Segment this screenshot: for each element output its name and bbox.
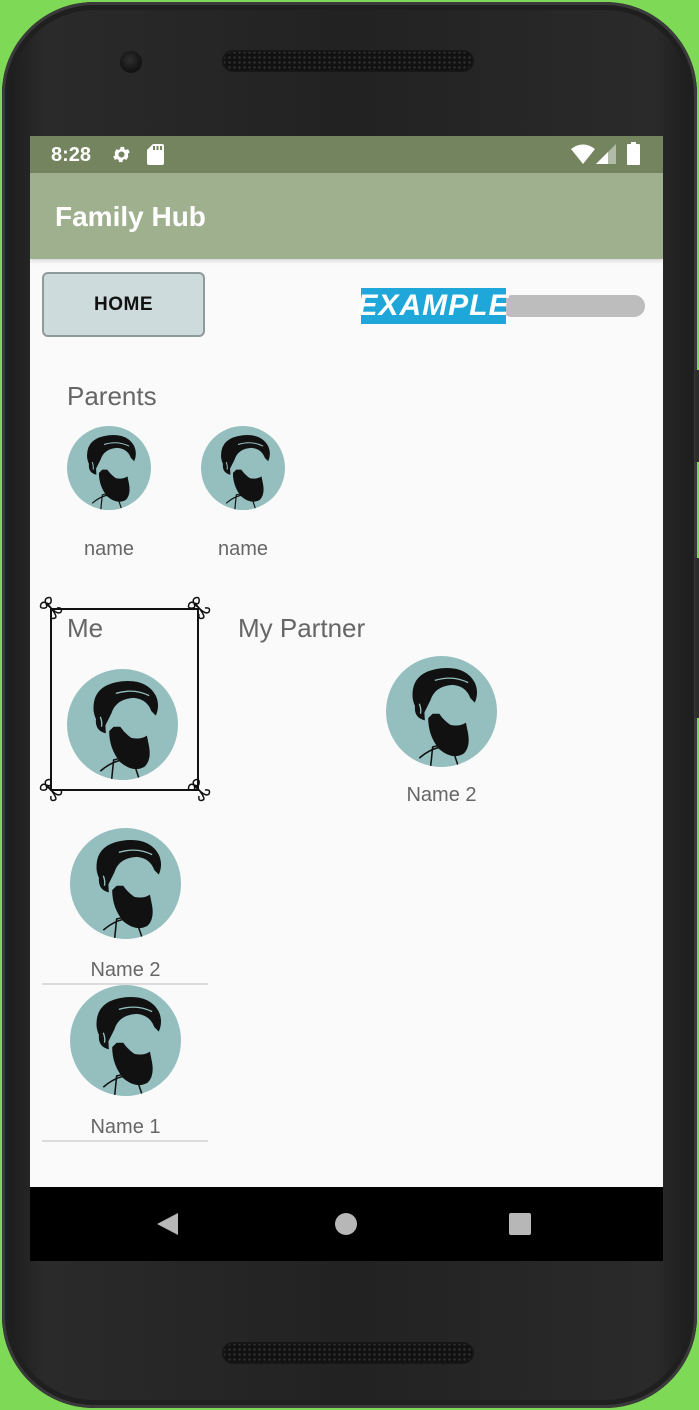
me-avatar[interactable] [67, 669, 178, 780]
bearded-man-icon [386, 656, 497, 767]
wifi-icon [571, 144, 595, 164]
battery-icon [627, 142, 640, 165]
child-name-1: Name 2 [90, 959, 161, 981]
child-avatar-1[interactable] [70, 828, 181, 939]
status-time: 8:28 [51, 144, 92, 166]
volume-button [695, 558, 699, 718]
me-section-label: Me [67, 613, 104, 643]
app-title: Family Hub [55, 201, 206, 232]
sd-card-icon [147, 144, 164, 165]
power-button [695, 370, 699, 462]
partner-avatar[interactable] [386, 656, 497, 767]
signal-icon [596, 144, 616, 164]
child-avatar-2[interactable] [70, 985, 181, 1096]
child-name-2: Name 1 [90, 1116, 161, 1138]
flourish-icon [38, 777, 64, 803]
parent-avatar-2[interactable] [201, 426, 285, 510]
list-divider [42, 1140, 208, 1142]
home-button[interactable]: HOME [42, 272, 205, 337]
app-bar: Family Hub [30, 173, 663, 259]
front-camera [120, 51, 142, 73]
flourish-icon [186, 595, 212, 621]
status-bar: 8:28 [30, 136, 663, 173]
flourish-icon [38, 595, 64, 621]
partner-name: Name 2 [406, 784, 477, 806]
bearded-man-icon [70, 828, 181, 939]
example-banner[interactable]: EXAMPLE [357, 288, 645, 324]
bottom-speaker [222, 1342, 474, 1364]
flourish-icon [186, 777, 212, 803]
bearded-man-icon [70, 985, 181, 1096]
example-badge: EXAMPLE [357, 288, 510, 324]
navigation-bar [30, 1187, 663, 1261]
recents-icon[interactable] [509, 1213, 531, 1235]
device-screen: 8:28 Family Hub HOME EXAMPLE Parents nam… [30, 136, 663, 1261]
back-icon[interactable] [157, 1213, 178, 1235]
example-progress-track [501, 295, 645, 317]
bearded-man-icon [67, 426, 151, 510]
partner-section-label: My Partner [238, 613, 366, 643]
bearded-man-icon [201, 426, 285, 510]
home-icon[interactable] [335, 1213, 357, 1235]
parent-name-1: name [83, 538, 135, 560]
bearded-man-icon [67, 669, 178, 780]
gear-icon [113, 146, 130, 163]
parent-avatar-1[interactable] [67, 426, 151, 510]
top-speaker [222, 50, 474, 72]
parents-section-label: Parents [67, 381, 157, 411]
parent-name-2: name [217, 538, 269, 560]
